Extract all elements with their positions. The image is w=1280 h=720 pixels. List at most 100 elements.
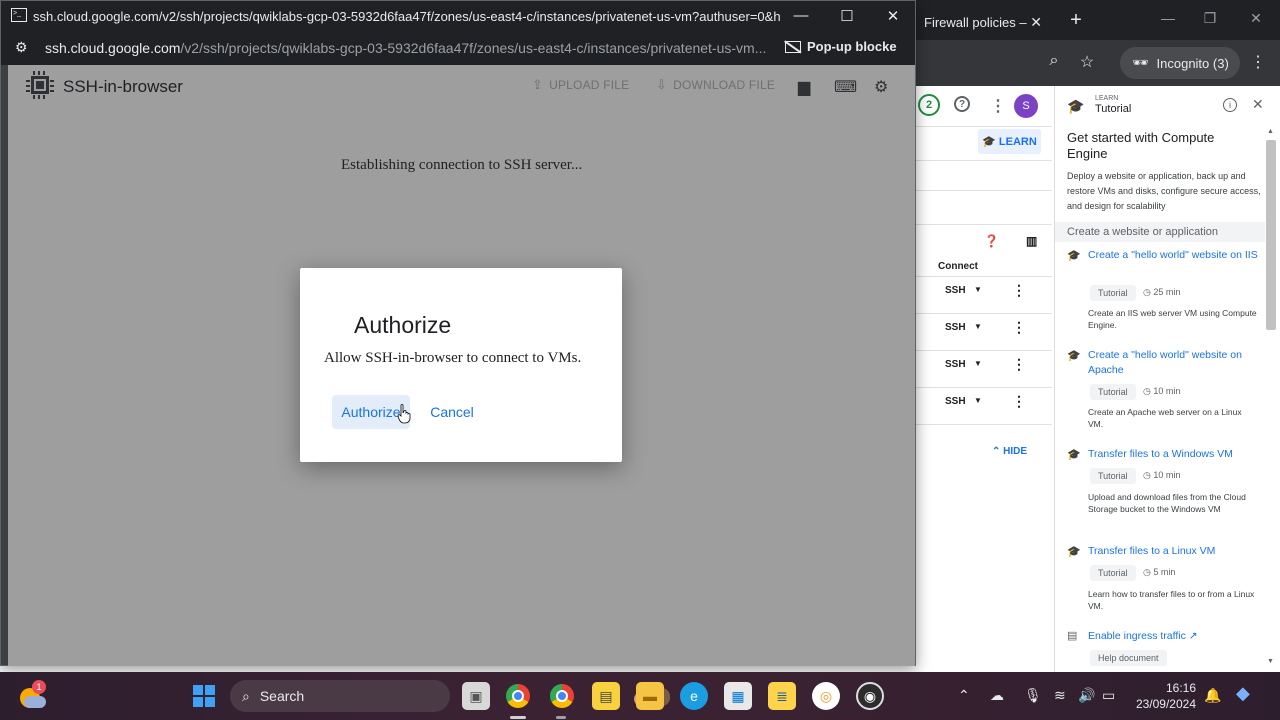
upload-file-button[interactable]: ⇪ UPLOAD FILE	[532, 77, 629, 93]
duration-label: 10 min	[1153, 386, 1181, 396]
dropdown-arrow-icon[interactable]: ▼	[974, 359, 982, 368]
notepad-icon[interactable]: ≣	[768, 682, 796, 710]
divider	[916, 224, 1052, 225]
zoom-icon[interactable]: ⌕	[1043, 52, 1065, 70]
ssh-button[interactable]: SSH	[945, 359, 966, 370]
copilot-icon[interactable]: ◆	[1236, 683, 1250, 704]
external-link-icon: ↗	[1188, 630, 1198, 642]
browser-menu-icon[interactable]: ⋮	[1250, 52, 1266, 72]
scrollbar[interactable]	[1266, 140, 1276, 330]
ssh-button[interactable]: SSH	[945, 396, 966, 407]
weather-widget[interactable]: 1	[18, 680, 46, 710]
sticky-notes-icon[interactable]: ▤	[592, 682, 620, 710]
time: 16:16	[1165, 681, 1196, 695]
restore-icon[interactable]: ❐	[1200, 10, 1220, 27]
scroll-down-icon[interactable]: ▼	[1267, 658, 1274, 665]
help-circle-icon[interactable]: ❓	[984, 234, 999, 248]
popup-blocked-indicator[interactable]: Pop-up blocke	[785, 39, 897, 54]
close-window-icon[interactable]: ✕	[883, 7, 903, 25]
windows-start-icon[interactable]	[193, 685, 215, 707]
more-actions-icon[interactable]: ⋮	[1012, 393, 1026, 410]
compute-chip-icon	[26, 71, 54, 99]
cloud-offline-icon[interactable]: ☁	[990, 687, 1004, 704]
connection-status: Establishing connection to SSH server...	[341, 157, 583, 173]
settings-gear-icon[interactable]: ⚙	[874, 77, 888, 97]
tutorial-link[interactable]: Create a "hello world" website on IIS	[1088, 248, 1258, 263]
microphone-icon[interactable]: 🎙	[1024, 687, 1042, 704]
table-row: SSH ▼ ⋮	[916, 387, 1052, 424]
speaker-icon[interactable]: 🔊	[1078, 687, 1095, 704]
active-indicator	[510, 716, 526, 719]
more-actions-icon[interactable]: ⋮	[1012, 356, 1026, 373]
task-view-icon[interactable]: ▣	[462, 682, 490, 710]
file-explorer-icon[interactable]: ▬	[636, 682, 664, 710]
ssh-header: SSH-in-browser ⇪ UPLOAD FILE ⇩ DOWNLOAD …	[8, 65, 915, 107]
new-tab-icon[interactable]: +	[1066, 8, 1086, 32]
close-icon[interactable]: ✕	[1030, 14, 1042, 31]
tab-firewall-policies[interactable]: Firewall policies – ✕	[916, 8, 1052, 36]
panel-description: Deploy a website or application, back up…	[1067, 171, 1261, 211]
app-icon[interactable]: ◎	[812, 682, 840, 710]
notification-bell-icon[interactable]: 🔔	[1204, 687, 1221, 704]
type-chip: Tutorial	[1090, 285, 1136, 301]
taskbar-search[interactable]: ⌕ Search	[230, 680, 670, 712]
wifi-icon[interactable]: ≋	[1054, 687, 1066, 704]
chevron-up-icon[interactable]: ⌃	[958, 687, 970, 704]
minimize-icon[interactable]: —	[1158, 10, 1178, 26]
column-display-icon[interactable]: ▥	[1026, 234, 1037, 248]
keyboard-icon[interactable]: ⌨	[834, 77, 857, 97]
clock[interactable]: 16:16 23/09/2024	[1132, 680, 1196, 712]
popup-title: ssh.cloud.google.com/v2/ssh/projects/qwi…	[33, 9, 781, 24]
store-icon[interactable]: ▦	[724, 682, 752, 710]
obs-icon[interactable]: ◉	[856, 682, 884, 710]
tab-label: Firewall policies –	[924, 14, 1027, 30]
more-actions-icon[interactable]: ⋮	[1012, 282, 1026, 299]
hand-cursor-icon	[397, 404, 411, 424]
minimize-icon[interactable]: —	[791, 7, 811, 24]
chrome-icon[interactable]	[548, 682, 576, 710]
cancel-button[interactable]: Cancel	[422, 395, 482, 429]
incognito-button[interactable]: 🕶 Incognito (3)	[1120, 47, 1240, 79]
doc-link-label: Enable ingress traffic	[1088, 630, 1186, 642]
document-icon: ▤	[1067, 630, 1078, 642]
popup-url[interactable]: ssh.cloud.google.com/v2/ssh/projects/qwi…	[45, 40, 773, 56]
chrome-icon[interactable]	[504, 682, 532, 710]
ssh-button[interactable]: SSH	[945, 285, 966, 296]
popup-titlebar: >_ ssh.cloud.google.com/v2/ssh/projects/…	[1, 1, 915, 33]
maximize-icon[interactable]: ☐	[837, 7, 857, 25]
tutorial-link[interactable]: Transfer files to a Windows VM	[1088, 447, 1258, 462]
tutorial-panel: 🎓 LEARN Tutorial i ✕ Get started with Co…	[1054, 86, 1280, 672]
search-label: Search	[259, 688, 305, 704]
close-window-icon[interactable]: ✕	[1246, 10, 1266, 27]
tutorial-description: Create an Apache web server on a Linux V…	[1088, 407, 1242, 429]
avatar[interactable]: S	[1014, 94, 1038, 118]
tutorial-link[interactable]: Transfer files to a Linux VM	[1088, 544, 1258, 559]
tutorial-link[interactable]: Create a "hello world" website on Apache	[1088, 348, 1258, 378]
info-icon[interactable]: i	[1223, 98, 1237, 112]
more-options-icon[interactable]: ⋮	[990, 96, 1006, 116]
type-chip: Help document	[1090, 650, 1167, 666]
feedback-icon[interactable]: ▆	[798, 77, 810, 97]
bookmark-star-icon[interactable]: ☆	[1076, 52, 1098, 72]
dropdown-arrow-icon[interactable]: ▼	[974, 322, 982, 331]
notifications-badge[interactable]: 2	[918, 94, 940, 116]
section-header: Create a website or application	[1055, 222, 1265, 242]
hide-button[interactable]: ⌃ HIDE	[992, 446, 1027, 457]
edge-icon[interactable]: e	[680, 682, 708, 710]
battery-icon[interactable]: ▭	[1102, 687, 1115, 704]
ssh-button[interactable]: SSH	[945, 322, 966, 333]
doc-link[interactable]: Enable ingress traffic ↗	[1088, 629, 1258, 644]
more-actions-icon[interactable]: ⋮	[1012, 319, 1026, 336]
learn-button[interactable]: 🎓 LEARN	[978, 129, 1041, 154]
dialog-body: Allow SSH-in-browser to connect to VMs.	[324, 350, 582, 366]
close-panel-icon[interactable]: ✕	[1252, 96, 1264, 113]
download-file-button[interactable]: ⇩ DOWNLOAD FILE	[656, 77, 775, 93]
dropdown-arrow-icon[interactable]: ▼	[974, 396, 982, 405]
scroll-up-icon[interactable]: ▲	[1267, 128, 1274, 135]
dropdown-arrow-icon[interactable]: ▼	[974, 285, 982, 294]
connect-column-header: Connect	[938, 261, 978, 272]
site-settings-icon[interactable]: ⚙	[15, 39, 28, 56]
download-label: DOWNLOAD FILE	[673, 78, 776, 92]
help-icon[interactable]: ?	[954, 96, 970, 112]
duration-label: 25 min	[1153, 287, 1181, 297]
